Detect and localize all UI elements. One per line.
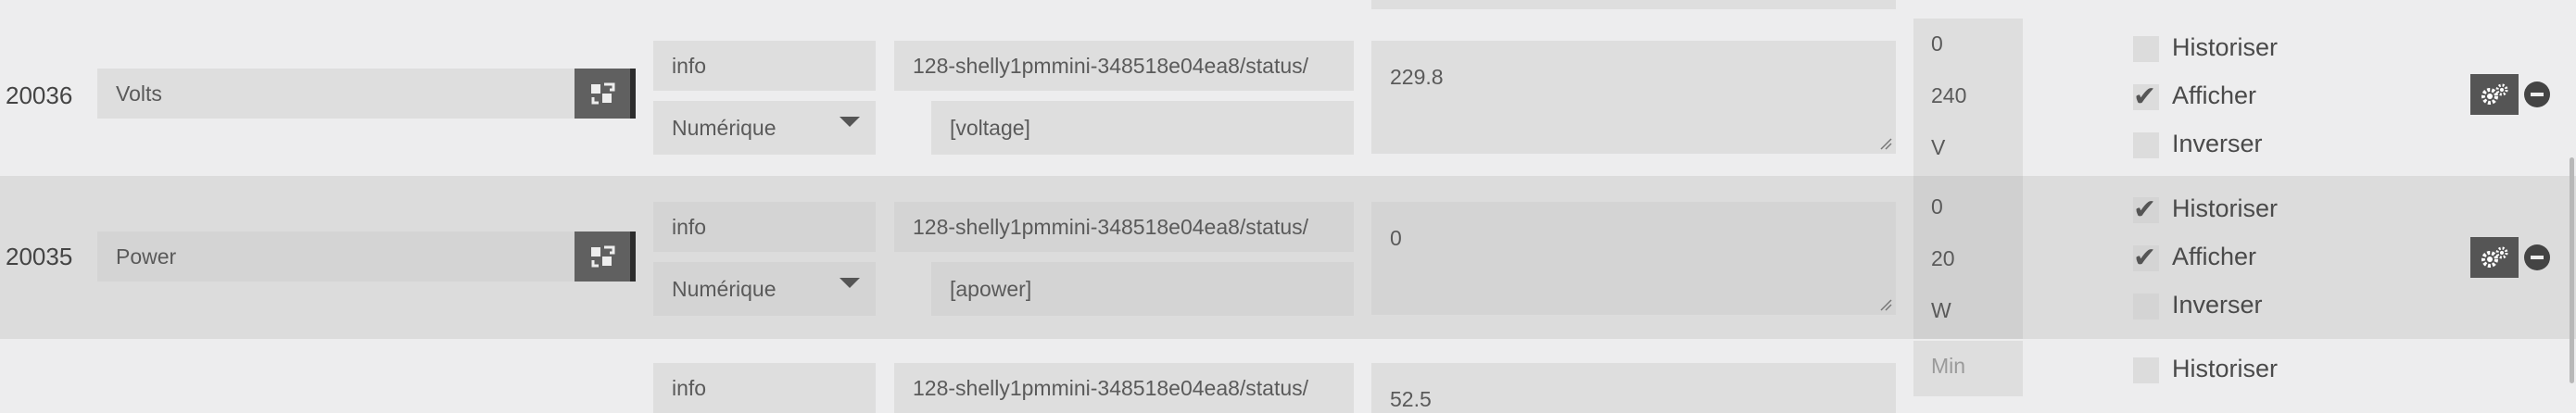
advanced-config-button[interactable] xyxy=(2470,74,2519,115)
value-textarea[interactable]: 52.5 xyxy=(1371,363,1896,413)
command-type-select[interactable]: info xyxy=(653,363,876,413)
command-row: 20036 Volts info Numérique 128-shelly1pm… xyxy=(0,13,2576,176)
command-row: 20035 Power info Numérique 128-shelly1pm… xyxy=(0,176,2576,339)
json-path-input[interactable]: [apower] xyxy=(931,262,1354,316)
check-icon: ✔ xyxy=(2133,243,2157,273)
scrollbar[interactable] xyxy=(2570,157,2574,383)
row-previous-partial xyxy=(0,0,2576,13)
remove-command-button[interactable] xyxy=(2524,81,2550,107)
unit-value[interactable]: V xyxy=(1931,135,1945,160)
check-icon: ✔ xyxy=(2133,194,2157,225)
inverser-checkbox[interactable] xyxy=(2133,294,2159,319)
afficher-label: Afficher xyxy=(2172,243,2257,270)
gears-icon xyxy=(2481,246,2508,268)
check-icon: ✔ xyxy=(2133,81,2157,112)
min-value[interactable]: 0 xyxy=(1931,194,1943,219)
value-textarea[interactable]: 229.8 xyxy=(1371,41,1896,154)
inverser-label: Inverser xyxy=(2172,291,2263,319)
resize-handle-icon[interactable] xyxy=(1879,137,1892,150)
configure-command-button[interactable] xyxy=(575,232,636,282)
historiser-label: Historiser xyxy=(2172,194,2279,222)
historiser-label: Historiser xyxy=(2172,33,2279,61)
historiser-checkbox[interactable] xyxy=(2133,357,2159,383)
command-name-input[interactable]: Volts xyxy=(97,69,575,119)
unit-value[interactable]: W xyxy=(1931,298,1951,323)
command-type-select[interactable]: info xyxy=(653,41,876,91)
caret-down-icon xyxy=(840,117,860,127)
command-id: 20035 xyxy=(6,243,73,270)
mqtt-topic-input[interactable]: 128-shelly1pmmini-348518e04ea8/status/ xyxy=(894,202,1354,252)
min-max-unit-box xyxy=(1913,19,2023,176)
min-max-unit-box xyxy=(1913,176,2023,339)
remove-command-button[interactable] xyxy=(2524,244,2550,270)
mqtt-topic-input[interactable]: 128-shelly1pmmini-348518e04ea8/status/ xyxy=(894,41,1354,91)
config-share-icon xyxy=(591,82,615,105)
min-placeholder[interactable]: Min xyxy=(1931,354,1965,379)
inverser-label: Inverser xyxy=(2172,130,2263,157)
advanced-config-button[interactable] xyxy=(2470,237,2519,278)
gears-icon xyxy=(2481,83,2508,105)
command-type-select[interactable]: info xyxy=(653,202,876,252)
caret-down-icon xyxy=(840,278,860,288)
inverser-checkbox[interactable] xyxy=(2133,132,2159,158)
min-max-unit-box xyxy=(1913,341,2023,396)
json-path-input[interactable]: [voltage] xyxy=(931,101,1354,155)
mqtt-topic-input[interactable]: 128-shelly1pmmini-348518e04ea8/status/ xyxy=(894,363,1354,413)
resize-handle-icon[interactable] xyxy=(1879,298,1892,311)
config-share-icon xyxy=(591,245,615,268)
command-id: 20036 xyxy=(6,81,73,109)
max-value[interactable]: 20 xyxy=(1931,246,1955,271)
max-value[interactable]: 240 xyxy=(1931,83,1966,108)
command-subtype-select[interactable]: Numérique xyxy=(653,101,876,155)
value-textarea-partial[interactable] xyxy=(1371,0,1896,9)
command-row-partial: info 128-shelly1pmmini-348518e04ea8/stat… xyxy=(0,339,2576,413)
command-name-input[interactable]: Power xyxy=(97,232,575,282)
command-subtype-select[interactable]: Numérique xyxy=(653,262,876,316)
historiser-label: Historiser xyxy=(2172,355,2279,382)
min-value[interactable]: 0 xyxy=(1931,31,1943,56)
value-textarea[interactable]: 0 xyxy=(1371,202,1896,315)
historiser-checkbox[interactable] xyxy=(2133,36,2159,62)
configure-command-button[interactable] xyxy=(575,69,636,119)
afficher-label: Afficher xyxy=(2172,81,2257,109)
